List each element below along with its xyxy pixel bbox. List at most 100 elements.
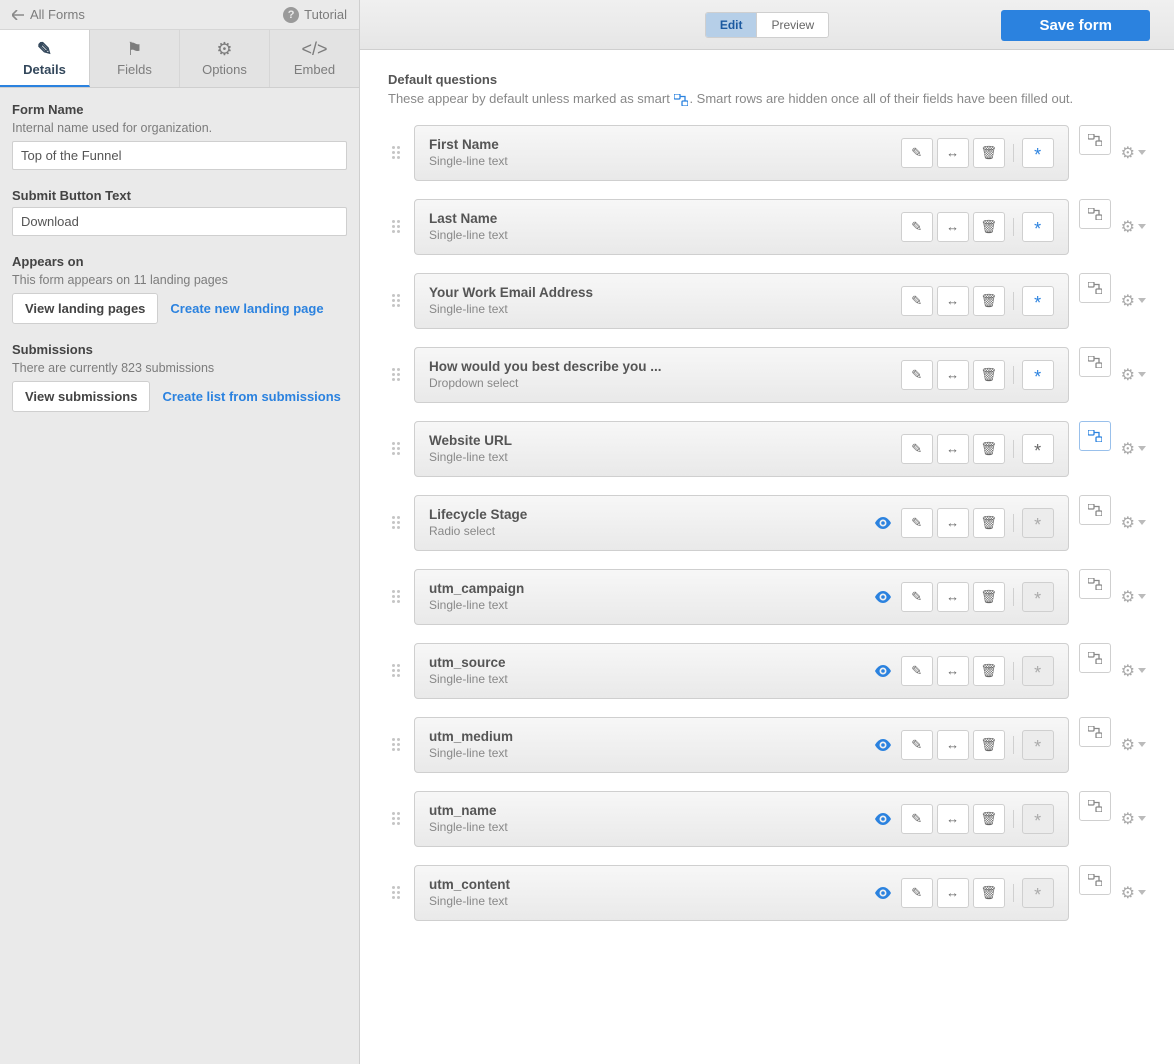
resize-field-button[interactable]: ↔ [937, 804, 969, 834]
edit-field-button[interactable]: ✎ [901, 212, 933, 242]
smart-toggle-button[interactable] [1079, 791, 1111, 821]
field-settings-menu[interactable]: ⚙ [1121, 643, 1146, 699]
field-settings-menu[interactable]: ⚙ [1121, 273, 1146, 329]
preview-mode-button[interactable]: Preview [757, 13, 828, 37]
tab-details[interactable]: ✎ Details [0, 30, 90, 87]
edit-field-button[interactable]: ✎ [901, 582, 933, 612]
delete-field-button[interactable]: 🗑 [973, 138, 1005, 168]
field-settings-menu[interactable]: ⚙ [1121, 199, 1146, 255]
resize-field-button[interactable]: ↔ [937, 286, 969, 316]
drag-handle[interactable] [388, 125, 404, 181]
field-card[interactable]: How would you best describe you ...Dropd… [414, 347, 1069, 403]
field-card[interactable]: Website URLSingle-line text✎↔🗑* [414, 421, 1069, 477]
edit-field-button[interactable]: ✎ [901, 656, 933, 686]
view-submissions-button[interactable]: View submissions [12, 381, 150, 412]
drag-handle[interactable] [388, 791, 404, 847]
edit-field-button[interactable]: ✎ [901, 434, 933, 464]
field-card[interactable]: utm_mediumSingle-line text✎↔🗑* [414, 717, 1069, 773]
edit-mode-button[interactable]: Edit [706, 13, 758, 37]
edit-field-button[interactable]: ✎ [901, 878, 933, 908]
tutorial-link[interactable]: ? Tutorial [283, 7, 347, 23]
required-toggle-button[interactable]: * [1022, 138, 1054, 168]
resize-field-button[interactable]: ↔ [937, 212, 969, 242]
create-list-link[interactable]: Create list from submissions [162, 389, 340, 404]
delete-field-button[interactable]: 🗑 [973, 508, 1005, 538]
edit-field-button[interactable]: ✎ [901, 508, 933, 538]
delete-field-button[interactable]: 🗑 [973, 212, 1005, 242]
edit-field-button[interactable]: ✎ [901, 138, 933, 168]
required-toggle-button[interactable]: * [1022, 434, 1054, 464]
resize-field-button[interactable]: ↔ [937, 360, 969, 390]
edit-field-button[interactable]: ✎ [901, 360, 933, 390]
form-name-input[interactable] [12, 141, 347, 170]
smart-toggle-button[interactable] [1079, 865, 1111, 895]
delete-field-button[interactable]: 🗑 [973, 286, 1005, 316]
required-toggle-button[interactable]: * [1022, 582, 1054, 612]
delete-field-button[interactable]: 🗑 [973, 804, 1005, 834]
tab-embed[interactable]: </> Embed [270, 30, 359, 87]
required-toggle-button[interactable]: * [1022, 878, 1054, 908]
create-landing-page-link[interactable]: Create new landing page [170, 301, 323, 316]
field-card[interactable]: utm_contentSingle-line text✎↔🗑* [414, 865, 1069, 921]
resize-field-button[interactable]: ↔ [937, 434, 969, 464]
submit-text-input[interactable] [12, 207, 347, 236]
required-toggle-button[interactable]: * [1022, 212, 1054, 242]
edit-field-button[interactable]: ✎ [901, 804, 933, 834]
resize-field-button[interactable]: ↔ [937, 730, 969, 760]
required-toggle-button[interactable]: * [1022, 360, 1054, 390]
smart-toggle-button[interactable] [1079, 421, 1111, 451]
edit-field-button[interactable]: ✎ [901, 286, 933, 316]
back-all-forms-link[interactable]: All Forms [12, 7, 85, 22]
delete-field-button[interactable]: 🗑 [973, 730, 1005, 760]
resize-field-button[interactable]: ↔ [937, 878, 969, 908]
field-card[interactable]: utm_nameSingle-line text✎↔🗑* [414, 791, 1069, 847]
delete-field-button[interactable]: 🗑 [973, 360, 1005, 390]
delete-field-button[interactable]: 🗑 [973, 656, 1005, 686]
save-form-button[interactable]: Save form [1001, 10, 1150, 41]
smart-toggle-button[interactable] [1079, 495, 1111, 525]
field-settings-menu[interactable]: ⚙ [1121, 717, 1146, 773]
drag-handle[interactable] [388, 643, 404, 699]
field-card[interactable]: utm_campaignSingle-line text✎↔🗑* [414, 569, 1069, 625]
field-card[interactable]: Lifecycle StageRadio select✎↔🗑* [414, 495, 1069, 551]
edit-field-button[interactable]: ✎ [901, 730, 933, 760]
field-card[interactable]: utm_sourceSingle-line text✎↔🗑* [414, 643, 1069, 699]
view-landing-pages-button[interactable]: View landing pages [12, 293, 158, 324]
smart-toggle-button[interactable] [1079, 569, 1111, 599]
smart-toggle-button[interactable] [1079, 643, 1111, 673]
smart-toggle-button[interactable] [1079, 273, 1111, 303]
field-card[interactable]: Last NameSingle-line text✎↔🗑* [414, 199, 1069, 255]
field-card[interactable]: Your Work Email AddressSingle-line text✎… [414, 273, 1069, 329]
delete-field-button[interactable]: 🗑 [973, 434, 1005, 464]
required-toggle-button[interactable]: * [1022, 730, 1054, 760]
drag-handle[interactable] [388, 199, 404, 255]
smart-toggle-button[interactable] [1079, 347, 1111, 377]
tab-fields[interactable]: ⚑ Fields [90, 30, 180, 87]
field-settings-menu[interactable]: ⚙ [1121, 865, 1146, 921]
smart-toggle-button[interactable] [1079, 199, 1111, 229]
required-toggle-button[interactable]: * [1022, 508, 1054, 538]
field-settings-menu[interactable]: ⚙ [1121, 495, 1146, 551]
drag-handle[interactable] [388, 495, 404, 551]
drag-handle[interactable] [388, 865, 404, 921]
smart-toggle-button[interactable] [1079, 717, 1111, 747]
required-toggle-button[interactable]: * [1022, 656, 1054, 686]
field-card[interactable]: First NameSingle-line text✎↔🗑* [414, 125, 1069, 181]
resize-field-button[interactable]: ↔ [937, 138, 969, 168]
resize-field-button[interactable]: ↔ [937, 656, 969, 686]
field-settings-menu[interactable]: ⚙ [1121, 421, 1146, 477]
drag-handle[interactable] [388, 273, 404, 329]
drag-handle[interactable] [388, 569, 404, 625]
field-settings-menu[interactable]: ⚙ [1121, 347, 1146, 403]
required-toggle-button[interactable]: * [1022, 804, 1054, 834]
required-toggle-button[interactable]: * [1022, 286, 1054, 316]
field-settings-menu[interactable]: ⚙ [1121, 569, 1146, 625]
delete-field-button[interactable]: 🗑 [973, 878, 1005, 908]
field-settings-menu[interactable]: ⚙ [1121, 125, 1146, 181]
drag-handle[interactable] [388, 421, 404, 477]
delete-field-button[interactable]: 🗑 [973, 582, 1005, 612]
smart-toggle-button[interactable] [1079, 125, 1111, 155]
resize-field-button[interactable]: ↔ [937, 508, 969, 538]
resize-field-button[interactable]: ↔ [937, 582, 969, 612]
drag-handle[interactable] [388, 717, 404, 773]
